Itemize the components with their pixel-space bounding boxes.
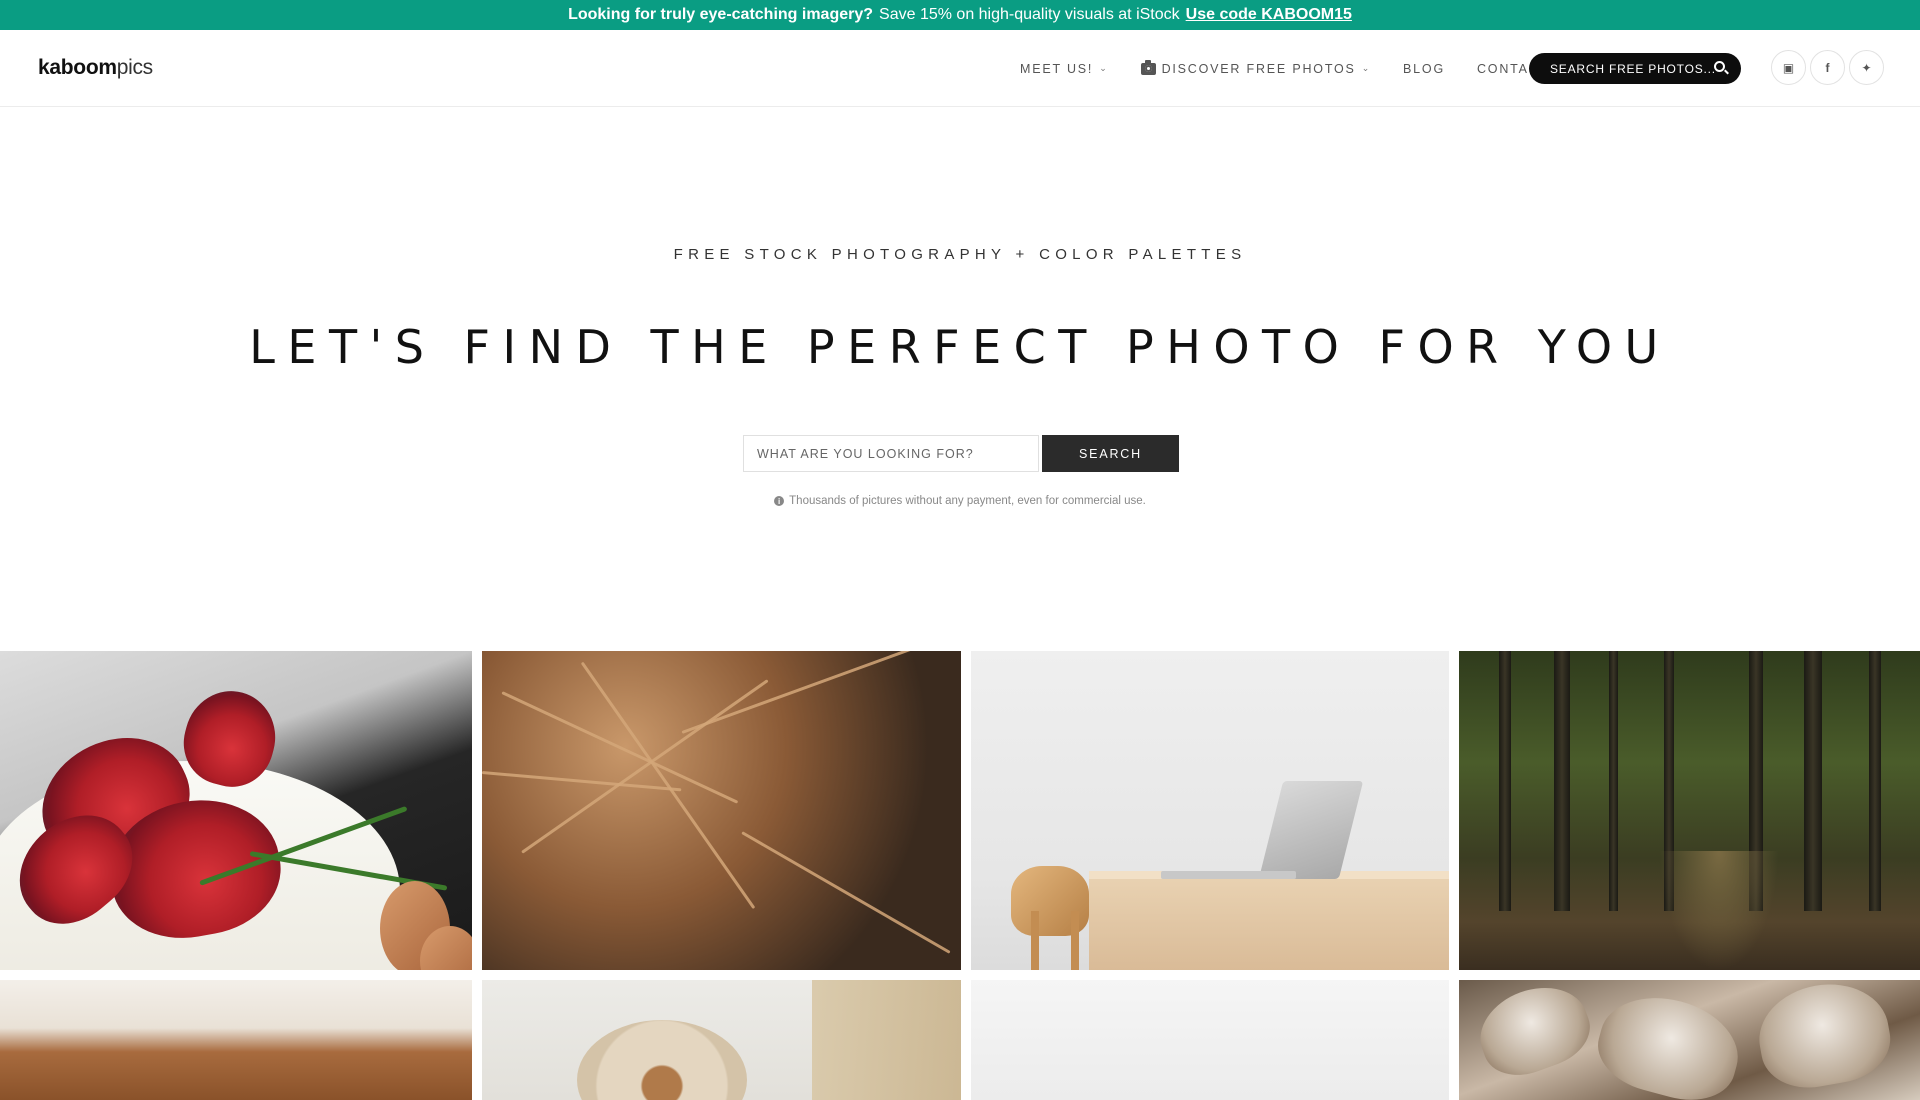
logo-light: pics (116, 56, 153, 79)
promo-bar: Looking for truly eye-catching imagery? … (0, 0, 1920, 30)
hero-search-button[interactable]: SEARCH (1042, 435, 1179, 472)
promo-lead: Looking for truly eye-catching imagery? (568, 6, 874, 23)
photo-tile-leather[interactable] (0, 980, 472, 1100)
instagram-icon[interactable]: ▣ (1771, 50, 1806, 85)
nav-blog-label: BLOG (1403, 61, 1445, 76)
camera-icon (1140, 59, 1156, 75)
nav-blog[interactable]: BLOG (1403, 62, 1445, 76)
social-links: ▣ f ✦ (1771, 50, 1884, 85)
twitter-icon[interactable]: ✦ (1849, 50, 1884, 85)
hero-search-input[interactable] (743, 435, 1039, 472)
photo-tile-ferns[interactable] (482, 651, 961, 970)
hero-title: LET'S FIND THE PERFECT PHOTO FOR YOU (249, 320, 1671, 374)
hero-note-text: Thousands of pictures without any paymen… (789, 495, 1146, 507)
promo-code-link[interactable]: Use code KABOOM15 (1186, 6, 1352, 24)
facebook-icon[interactable]: f (1810, 50, 1845, 85)
promo-text: Save 15% on high-quality visuals at iSto… (879, 6, 1180, 23)
photo-tile-forest[interactable] (1459, 651, 1920, 970)
hero-eyebrow: FREE STOCK PHOTOGRAPHY + COLOR PALETTES (673, 246, 1247, 263)
nav-discover-photos[interactable]: DISCOVER FREE PHOTOS ⌄ (1140, 59, 1372, 76)
nav-meet-us-label: MEET US! (1020, 61, 1094, 76)
photo-tile-white-interior[interactable] (971, 980, 1449, 1100)
nav-discover-label: DISCOVER FREE PHOTOS (1161, 61, 1356, 76)
hero-search-form: SEARCH (743, 435, 1179, 472)
site-header: kaboompics MEET US! ⌄ DISCOVER FREE PHOT… (0, 30, 1920, 107)
nav-meet-us[interactable]: MEET US! ⌄ (1020, 62, 1109, 76)
header-search-button[interactable]: SEARCH FREE PHOTOS... (1529, 53, 1741, 84)
search-icon (1714, 61, 1725, 72)
info-icon: i (774, 496, 785, 506)
chevron-down-icon: ⌄ (1361, 63, 1372, 73)
header-search-label: SEARCH FREE PHOTOS... (1550, 61, 1716, 76)
photo-tile-desk-laptop[interactable] (971, 651, 1449, 970)
photo-tile-figs[interactable] (0, 651, 472, 970)
logo-bold: kaboom (38, 56, 117, 79)
chevron-down-icon: ⌄ (1099, 63, 1109, 73)
logo[interactable]: kaboompics (38, 56, 153, 80)
main-nav: MEET US! ⌄ DISCOVER FREE PHOTOS ⌄ BLOG C… (1020, 30, 1581, 107)
photo-tile-frost-leaves[interactable] (1459, 980, 1920, 1100)
hero-note: i Thousands of pictures without any paym… (0, 495, 1920, 507)
photo-tile-plate[interactable] (482, 980, 961, 1100)
